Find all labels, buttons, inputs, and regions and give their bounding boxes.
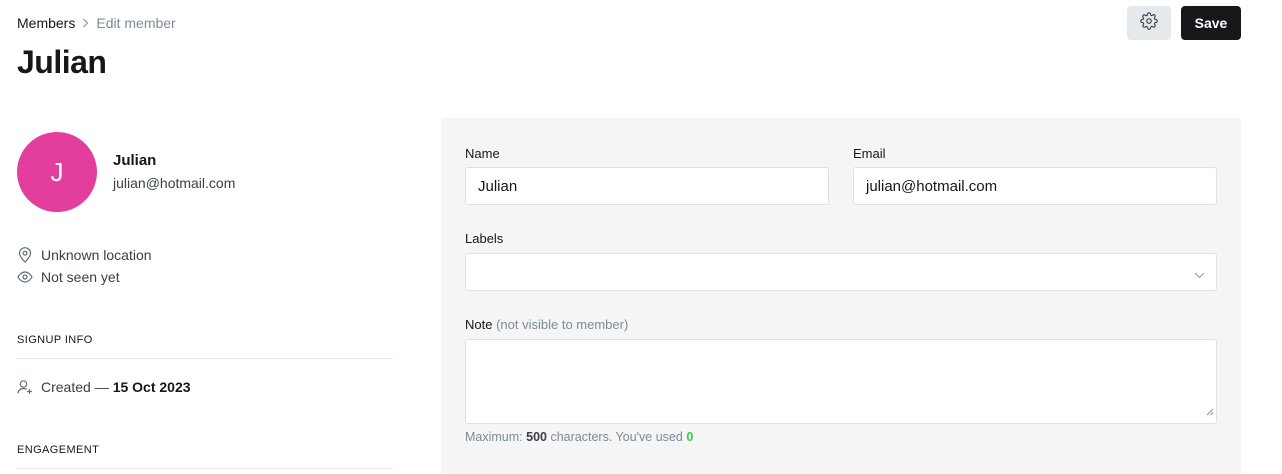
location-row: Unknown location	[17, 247, 152, 263]
last-seen-row: Not seen yet	[17, 269, 120, 285]
divider	[17, 468, 393, 469]
note-hint: (not visible to member)	[496, 317, 629, 332]
name-label: Name	[465, 146, 500, 161]
counter-max: 500	[526, 430, 547, 444]
map-pin-icon	[17, 247, 33, 263]
location-text: Unknown location	[41, 247, 152, 263]
divider	[17, 358, 393, 359]
created-label: Created —	[41, 379, 109, 395]
gear-icon	[1140, 11, 1158, 35]
eye-icon	[17, 269, 33, 285]
labels-label: Labels	[465, 231, 504, 246]
counter-prefix: Maximum:	[465, 430, 523, 444]
engagement-heading: ENGAGEMENT	[17, 444, 100, 456]
created-date: 15 Oct 2023	[112, 379, 191, 395]
resize-handle-icon[interactable]	[1205, 403, 1214, 421]
avatar: J	[17, 132, 97, 212]
signup-info-heading: SIGNUP INFO	[17, 334, 93, 346]
name-input[interactable]: Julian	[465, 167, 829, 205]
chevron-down-icon	[1194, 266, 1205, 284]
page-title: Julian	[17, 44, 107, 80]
user-add-icon	[17, 379, 33, 395]
note-textarea[interactable]	[465, 339, 1217, 424]
save-button[interactable]: Save	[1181, 6, 1241, 40]
note-label-row: Note (not visible to member)	[465, 317, 628, 332]
email-label: Email	[853, 146, 886, 161]
email-input[interactable]: julian@hotmail.com	[853, 167, 1217, 205]
breadcrumb: Members Edit member	[17, 15, 176, 31]
created-row: Created — 15 Oct 2023	[17, 379, 191, 395]
labels-select[interactable]	[465, 253, 1217, 291]
chevron-right-icon	[82, 18, 89, 28]
note-label: Note	[465, 317, 493, 332]
breadcrumb-current: Edit member	[96, 15, 176, 31]
member-email: julian@hotmail.com	[113, 175, 236, 191]
counter-middle: characters. You've used	[550, 430, 683, 444]
member-name: Julian	[113, 152, 157, 169]
note-character-counter: Maximum: 500 characters. You've used 0	[465, 430, 693, 444]
last-seen-text: Not seen yet	[41, 269, 120, 285]
breadcrumb-members-link[interactable]: Members	[17, 15, 75, 31]
counter-used: 0	[686, 430, 694, 444]
member-settings-button[interactable]	[1127, 6, 1171, 40]
